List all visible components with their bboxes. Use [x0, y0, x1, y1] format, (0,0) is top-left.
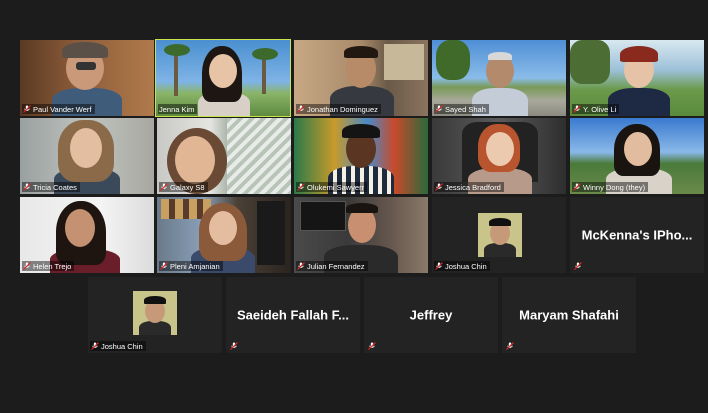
video-tile-galaxy-s8[interactable]: Galaxy S8: [157, 118, 291, 194]
video-tile-julian-fernandez[interactable]: Julian Fernandez: [294, 197, 428, 273]
participant-name-display: Saeideh Fallah F...: [237, 307, 349, 323]
participant-name-label: Julian Fernandez: [296, 261, 368, 271]
muted-mic-icon: [23, 105, 31, 113]
video-tile-jeffrey[interactable]: Jeffrey: [364, 277, 498, 353]
video-tile-y-olive-li[interactable]: Y. Olive Li: [570, 40, 704, 116]
participant-name-label: Helen Trejo: [22, 261, 75, 271]
video-tile-helen-trejo[interactable]: Helen Trejo: [20, 197, 154, 273]
video-tile-tricia-coates[interactable]: Tricia Coates: [20, 118, 154, 194]
participant-name-label: Galaxy S8: [159, 182, 208, 192]
video-tile-jonathan-dominguez[interactable]: Jonathan Dominguez: [294, 40, 428, 116]
muted-mic-icon: [435, 105, 443, 113]
muted-mic-icon: [160, 262, 168, 270]
video-tile-maryam-shafahi[interactable]: Maryam Shafahi: [502, 277, 636, 353]
profile-picture: [478, 213, 522, 257]
muted-mic-icon: [23, 183, 31, 191]
video-tile-joshua-chin[interactable]: Joshua Chin: [432, 197, 566, 273]
participant-name-label: Joshua Chin: [90, 341, 146, 351]
muted-mic-icon: [230, 342, 238, 350]
participant-name-label: Winny Dong (they): [572, 182, 649, 192]
muted-mic-icon: [506, 342, 514, 350]
participant-name-label: Tricia Coates: [22, 182, 80, 192]
video-tile-pleni-amjanian[interactable]: Pleni Amjanian: [157, 197, 291, 273]
muted-mic-icon: [435, 262, 443, 270]
muted-mic-icon: [91, 342, 99, 350]
muted-mic-icon: [160, 183, 168, 191]
muted-mic-icon: [297, 183, 305, 191]
video-tile-paul-vander-werf[interactable]: Paul Vander Werf: [20, 40, 154, 116]
video-tile-jessica-bradford[interactable]: Jessica Bradford: [432, 118, 566, 194]
participant-name-label: Jenna Kim: [158, 104, 198, 114]
muted-mic-icon: [297, 262, 305, 270]
participant-name-label: Sayed Shah: [434, 104, 489, 114]
muted-mic-icon: [573, 183, 581, 191]
muted-mic-icon: [435, 183, 443, 191]
muted-mic-icon: [573, 105, 581, 113]
video-tile-sayed-shah[interactable]: Sayed Shah: [432, 40, 566, 116]
video-tile-jenna-kim[interactable]: Jenna Kim: [155, 39, 291, 117]
muted-mic-icon: [368, 342, 376, 350]
participant-name-label: Olukemi Sawyerr: [296, 182, 368, 192]
video-tile-olukemi-sawyerr[interactable]: Olukemi Sawyerr: [294, 118, 428, 194]
participant-name-label: Joshua Chin: [434, 261, 490, 271]
video-tile-winny-dong[interactable]: Winny Dong (they): [570, 118, 704, 194]
profile-picture: [133, 291, 177, 335]
video-tile-saeideh-fallah[interactable]: Saeideh Fallah F...: [226, 277, 360, 353]
video-tile-mckennas-iphone[interactable]: McKenna's IPho...: [570, 197, 704, 273]
participant-name-label: Pleni Amjanian: [159, 261, 223, 271]
muted-mic-icon: [297, 105, 305, 113]
participant-name-label: Paul Vander Werf: [22, 104, 95, 114]
participant-name-display: McKenna's IPho...: [581, 227, 693, 243]
participant-name-display: Jeffrey: [409, 307, 453, 323]
participant-name-label: Jessica Bradford: [434, 182, 504, 192]
muted-mic-icon: [574, 262, 582, 270]
participant-name-label: Jonathan Dominguez: [296, 104, 381, 114]
muted-mic-icon: [23, 262, 31, 270]
video-tile-joshua-chin-2[interactable]: Joshua Chin: [88, 277, 222, 353]
participant-name-label: Y. Olive Li: [572, 104, 620, 114]
participant-name-display: Maryam Shafahi: [519, 307, 619, 323]
